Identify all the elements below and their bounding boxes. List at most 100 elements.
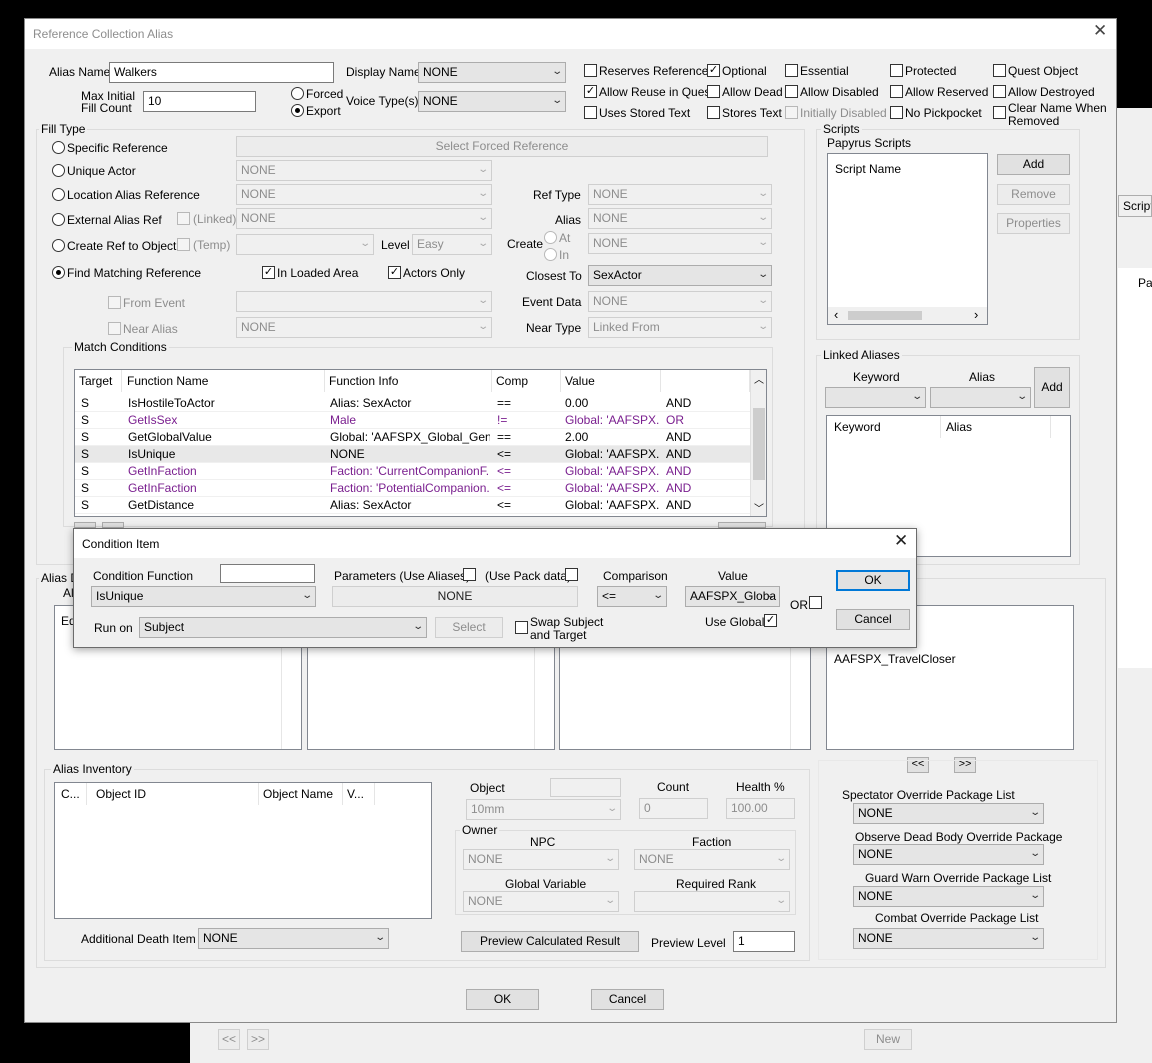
add-script-button[interactable]: Add [997,154,1070,175]
select-forced-reference-button[interactable]: Select Forced Reference [236,136,768,157]
optional-checkbox[interactable]: ✓ [707,64,720,77]
actors-only-checkbox[interactable]: ✓ [388,266,401,279]
condition-row[interactable]: S GetInFaction Faction: 'PotentialCompanio… [75,480,750,497]
condition-row[interactable]: S GetDistance Alias: SexActor <= Global: 'AA… [75,497,750,514]
object-filter-input[interactable] [550,778,621,797]
specific-reference-radio[interactable] [52,141,65,154]
quest-object-checkbox[interactable] [993,64,1006,77]
or-checkbox[interactable] [809,596,822,609]
near-alias-dropdown[interactable]: NONE ⌄ [236,317,492,338]
scripts-list[interactable]: Script Name ‹ › [827,153,988,325]
linked-alias-dropdown[interactable]: ⌄ [930,387,1031,408]
alias-header[interactable]: Alias [941,416,1051,438]
inventory-col-object-name[interactable]: Object Name [259,783,343,805]
create-in-radio[interactable] [544,248,557,261]
linked-keyword-dropdown[interactable]: ⌄ [825,387,926,408]
scroll-down-icon[interactable]: ﹀ [754,500,764,515]
clear-name-checkbox[interactable] [993,106,1006,119]
from-event-checkbox[interactable] [108,296,121,309]
create-at-radio[interactable] [544,231,557,244]
closest-to-dropdown[interactable]: SexActor ⌄ [588,265,772,286]
condition-row[interactable]: S GetGlobalValue Global: 'AAFSPX_Global_Ge… [75,429,750,446]
create-ref-to-object-radio[interactable] [52,239,65,252]
guard-warn-dropdown[interactable]: NONE ⌄ [853,886,1044,907]
column-header-value[interactable]: Value [561,370,661,392]
scroll-right-icon[interactable]: › [974,307,978,322]
preview-calculated-result-button[interactable]: Preview Calculated Result [461,931,639,952]
scroll-left-icon[interactable]: ‹ [834,307,838,322]
use-aliases-checkbox[interactable] [463,568,476,581]
remove-script-button[interactable]: Remove [997,184,1070,205]
value-dropdown[interactable]: AAFSPX_Globa ⌄ [685,586,780,607]
column-header-function-name[interactable]: Function Name [123,370,325,392]
create-ref-object-dropdown[interactable]: ⌄ [236,234,374,255]
properties-button[interactable]: Properties [997,213,1070,234]
linked-checkbox[interactable] [177,212,190,225]
allow-reuse-checkbox[interactable]: ✓ [584,85,597,98]
protected-checkbox[interactable] [890,64,903,77]
parameters-button[interactable]: NONE [332,586,578,607]
create-dropdown[interactable]: NONE ⌄ [588,233,772,254]
global-variable-dropdown[interactable]: NONE ⌄ [463,891,619,912]
condition-function-filter-input[interactable] [220,564,315,583]
allow-dead-checkbox[interactable] [707,85,720,98]
unique-actor-radio[interactable] [52,164,65,177]
dialog-cancel-button[interactable]: Cancel [836,609,910,630]
close-icon[interactable]: ✕ [1093,22,1107,39]
health-input[interactable]: 100.00 [726,798,795,819]
alias-name-input[interactable]: Walkers [109,62,334,83]
max-initial-fill-count-input[interactable]: 10 [143,91,256,112]
no-pickpocket-checkbox[interactable] [890,106,903,119]
external-alias-dropdown[interactable]: NONE ⌄ [236,208,492,229]
script-name-header[interactable]: Script Name [835,162,901,176]
keyword-header[interactable]: Keyword [827,416,941,438]
close-icon[interactable]: ✕ [894,532,908,549]
observe-dead-body-dropdown[interactable]: NONE ⌄ [853,844,1044,865]
temp-checkbox[interactable] [177,238,190,251]
unique-actor-dropdown[interactable]: NONE ⌄ [236,160,492,181]
in-loaded-area-checkbox[interactable]: ✓ [262,266,275,279]
combat-override-dropdown[interactable]: NONE ⌄ [853,928,1044,949]
location-alias-dropdown[interactable]: NONE ⌄ [236,184,492,205]
travel-closer-item[interactable]: AAFSPX_TravelCloser [834,652,956,666]
bg-new-button[interactable]: New [864,1029,912,1050]
allow-disabled-checkbox[interactable] [785,85,798,98]
add-linked-alias-button[interactable]: Add [1034,367,1070,408]
alias-dropdown[interactable]: NONE ⌄ [588,208,772,229]
column-header-function-info[interactable]: Function Info [325,370,492,392]
inventory-list[interactable]: C... Object ID Object Name V... [54,782,432,919]
inventory-col-v[interactable]: V... [343,783,375,805]
export-radio[interactable] [291,104,304,117]
scroll-up-icon[interactable]: ︿ [754,371,764,386]
additional-death-item-dropdown[interactable]: NONE ⌄ [198,928,389,949]
select-button[interactable]: Select [435,617,503,638]
npc-dropdown[interactable]: NONE ⌄ [463,849,619,870]
initially-disabled-checkbox[interactable] [785,106,798,119]
column-header-target[interactable]: Target [75,370,122,392]
near-type-dropdown[interactable]: Linked From ⌄ [588,317,772,338]
event-data-dropdown[interactable]: NONE ⌄ [588,291,772,312]
use-global-checkbox[interactable]: ✓ [764,614,777,627]
allow-reserved-checkbox[interactable] [890,85,903,98]
near-alias-checkbox[interactable] [108,322,121,335]
display-name-dropdown[interactable]: NONE ⌄ [418,62,566,83]
condition-row[interactable]: S GetInFaction Faction: 'CurrentCompanionF… [75,463,750,480]
use-pack-data-checkbox[interactable] [565,568,578,581]
dialog-ok-button[interactable]: OK [836,570,910,591]
inventory-col-c[interactable]: C... [55,783,87,805]
stores-text-checkbox[interactable] [707,106,720,119]
inventory-col-object-id[interactable]: Object ID [87,783,259,805]
run-on-dropdown[interactable]: Subject ⌄ [139,617,427,638]
reserves-reference-checkbox[interactable] [584,64,597,77]
preview-level-input[interactable]: 1 [733,931,795,952]
match-conditions-table[interactable]: Target Function Name Function Info Comp … [74,369,767,517]
scroll-thumb[interactable] [753,408,765,480]
faction-dropdown[interactable]: NONE ⌄ [634,849,790,870]
external-alias-ref-radio[interactable] [52,213,65,226]
bg-scripts-tab[interactable]: Script [1118,195,1152,217]
spectator-override-dropdown[interactable]: NONE ⌄ [853,803,1044,824]
from-event-dropdown[interactable]: ⌄ [236,291,492,312]
comparison-dropdown[interactable]: <= ⌄ [597,586,667,607]
column-header-comp[interactable]: Comp [492,370,561,392]
column-header-blank[interactable] [661,370,750,392]
